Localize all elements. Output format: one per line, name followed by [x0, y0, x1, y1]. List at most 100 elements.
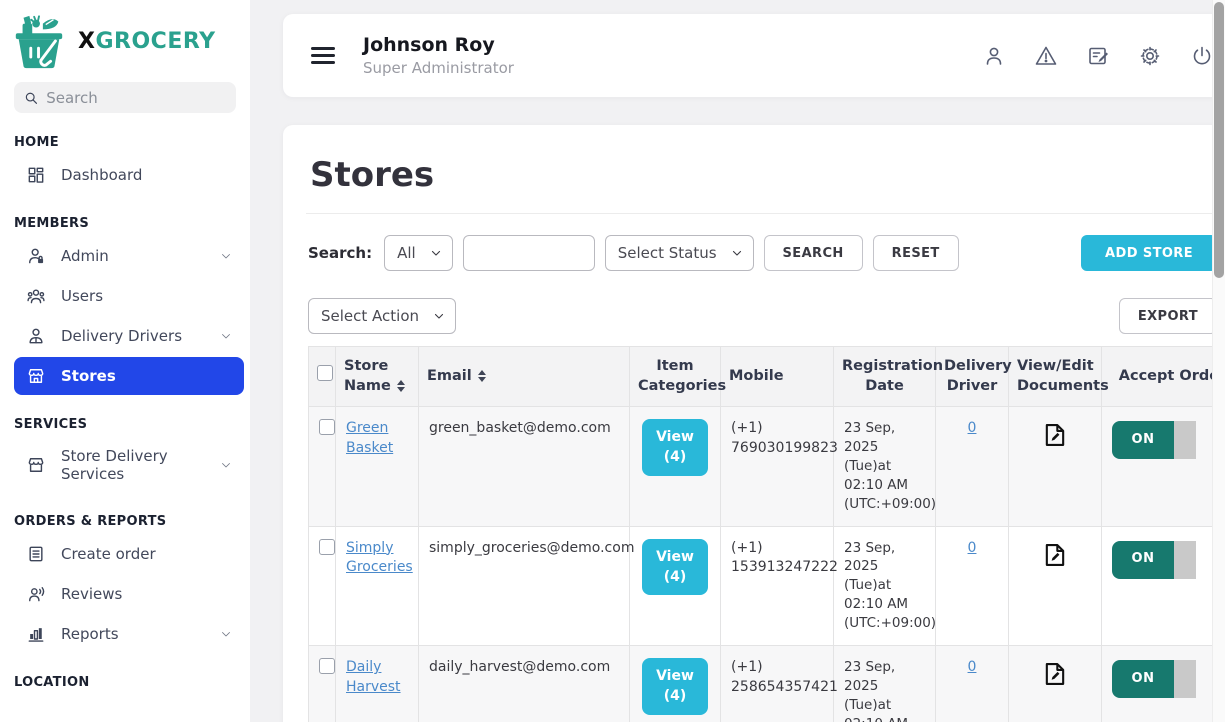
delivery-driver-link[interactable]: 0	[968, 659, 977, 675]
reset-button[interactable]: RESET	[873, 235, 959, 271]
stores-table-wrap: Store Name Email Item Categories Mobile …	[308, 346, 1225, 722]
sidebar: XGROCERY HOME Dashboard MEMBERS Admin Us…	[0, 0, 250, 722]
sidebar-item-store-delivery-services[interactable]: Store Delivery Services	[14, 438, 242, 492]
search-button[interactable]: SEARCH	[764, 235, 863, 271]
row-checkbox[interactable]	[319, 419, 335, 435]
section-label-services: SERVICES	[14, 417, 250, 432]
col-store-name[interactable]: Store Name	[336, 347, 419, 407]
chevron-down-icon	[220, 250, 232, 262]
bulk-action-select[interactable]: Select Action	[308, 298, 456, 334]
search-label: Search:	[308, 244, 372, 262]
row-checkbox[interactable]	[319, 539, 335, 555]
chevron-down-icon	[731, 247, 743, 259]
toggle-on-label: ON	[1112, 421, 1174, 459]
sort-icon[interactable]	[397, 380, 405, 392]
toggle-knob	[1174, 541, 1196, 579]
store-name-link[interactable]: Simply Groceries	[346, 540, 413, 576]
delivery-driver-icon	[26, 326, 46, 346]
view-categories-button[interactable]: View(4)	[642, 539, 708, 596]
action-row: Select Action EXPORT	[308, 298, 1217, 334]
sidebar-search[interactable]	[14, 82, 236, 113]
sidebar-item-users[interactable]: Users	[14, 277, 242, 315]
page-scrollbar[interactable]	[1212, 0, 1225, 722]
section-label-home: HOME	[14, 135, 250, 150]
export-button[interactable]: EXPORT	[1119, 298, 1217, 334]
settings-icon[interactable]	[1138, 44, 1162, 68]
sidebar-item-dashboard[interactable]: Dashboard	[14, 156, 242, 194]
sidebar-item-reviews[interactable]: Reviews	[14, 575, 242, 613]
create-order-icon	[26, 544, 46, 564]
sidebar-item-admin[interactable]: Admin	[14, 237, 242, 275]
alert-icon[interactable]	[1034, 44, 1058, 68]
select-all-checkbox[interactable]	[317, 365, 333, 381]
sidebar-item-create-order[interactable]: Create order	[14, 535, 242, 573]
sidebar-item-reports[interactable]: Reports	[14, 615, 242, 653]
email-cell: green_basket@demo.com	[419, 407, 630, 526]
delivery-driver-link[interactable]: 0	[968, 420, 977, 436]
grocery-basket-logo-icon	[10, 12, 68, 70]
edit-documents-icon[interactable]	[1041, 541, 1069, 576]
col-item-categories: Item Categories	[630, 347, 721, 407]
section-label-members: MEMBERS	[14, 216, 250, 231]
table-row: Green Basket green_basket@demo.com View(…	[309, 407, 1225, 526]
registration-date-cell: 23 Sep, 2025 (Tue)at 02:10 AM (UTC:+09:0…	[834, 407, 936, 526]
row-checkbox[interactable]	[319, 658, 335, 674]
view-categories-button[interactable]: View(4)	[642, 658, 708, 715]
sidebar-search-input[interactable]	[46, 89, 226, 107]
scrollbar-thumb[interactable]	[1214, 2, 1224, 278]
sidebar-item-delivery-drivers[interactable]: Delivery Drivers	[14, 317, 242, 355]
col-view-edit-documents: View/Edit Documents	[1009, 347, 1102, 407]
accept-order-toggle[interactable]: ON	[1112, 541, 1196, 579]
toggle-knob	[1174, 660, 1196, 698]
store-icon	[26, 366, 46, 386]
stores-table: Store Name Email Item Categories Mobile …	[308, 346, 1225, 722]
users-icon	[26, 286, 46, 306]
reviews-icon	[26, 584, 46, 604]
chevron-down-icon	[220, 459, 232, 471]
chevron-down-icon	[220, 330, 232, 342]
user-name: Johnson Roy	[363, 34, 514, 56]
toggle-knob	[1174, 421, 1196, 459]
stores-panel: Stores Search: All Select Status SEARCH …	[283, 125, 1225, 722]
user-role: Super Administrator	[363, 59, 514, 77]
sort-icon[interactable]	[478, 370, 486, 382]
edit-documents-icon[interactable]	[1041, 421, 1069, 456]
col-email[interactable]: Email	[419, 347, 630, 407]
table-header-row: Store Name Email Item Categories Mobile …	[309, 347, 1225, 407]
brand-logo[interactable]: XGROCERY	[0, 0, 250, 70]
search-icon	[24, 90, 38, 106]
view-categories-button[interactable]: View(4)	[642, 419, 708, 476]
store-name-link[interactable]: Green Basket	[346, 420, 393, 456]
profile-icon[interactable]	[982, 44, 1006, 68]
reports-icon	[26, 624, 46, 644]
page-title: Stores	[308, 149, 1217, 213]
registration-date-cell: 23 Sep, 2025 (Tue)at 02:10 AM (UTC:+09:0…	[834, 646, 936, 722]
sidebar-item-stores[interactable]: Stores	[14, 357, 244, 395]
search-field-select[interactable]: All	[384, 235, 453, 271]
edit-documents-icon[interactable]	[1041, 660, 1069, 695]
toggle-on-label: ON	[1112, 541, 1174, 579]
col-mobile: Mobile	[721, 347, 834, 407]
search-keyword-input[interactable]	[463, 235, 595, 271]
chevron-down-icon	[430, 247, 442, 259]
top-header-bar: Johnson Roy Super Administrator	[283, 14, 1225, 97]
add-store-button[interactable]: ADD STORE	[1081, 235, 1217, 271]
table-row: Simply Groceries simply_groceries@demo.c…	[309, 526, 1225, 645]
accept-order-toggle[interactable]: ON	[1112, 660, 1196, 698]
col-delivery-driver: Delivery Driver	[936, 347, 1009, 407]
title-divider	[306, 213, 1219, 214]
header-actions	[982, 44, 1214, 68]
power-icon[interactable]	[1190, 44, 1214, 68]
store-delivery-icon	[26, 455, 46, 475]
section-label-location: LOCATION	[14, 675, 250, 690]
dashboard-icon	[26, 165, 46, 185]
form-edit-icon[interactable]	[1086, 44, 1110, 68]
menu-toggle-icon[interactable]	[311, 43, 335, 68]
chevron-down-icon	[433, 310, 445, 322]
store-name-link[interactable]: Daily Harvest	[346, 659, 401, 695]
delivery-driver-link[interactable]: 0	[968, 540, 977, 556]
email-cell: daily_harvest@demo.com	[419, 646, 630, 722]
accept-order-toggle[interactable]: ON	[1112, 421, 1196, 459]
mobile-cell: (+1) 153913247222	[721, 526, 834, 645]
status-select[interactable]: Select Status	[605, 235, 754, 271]
